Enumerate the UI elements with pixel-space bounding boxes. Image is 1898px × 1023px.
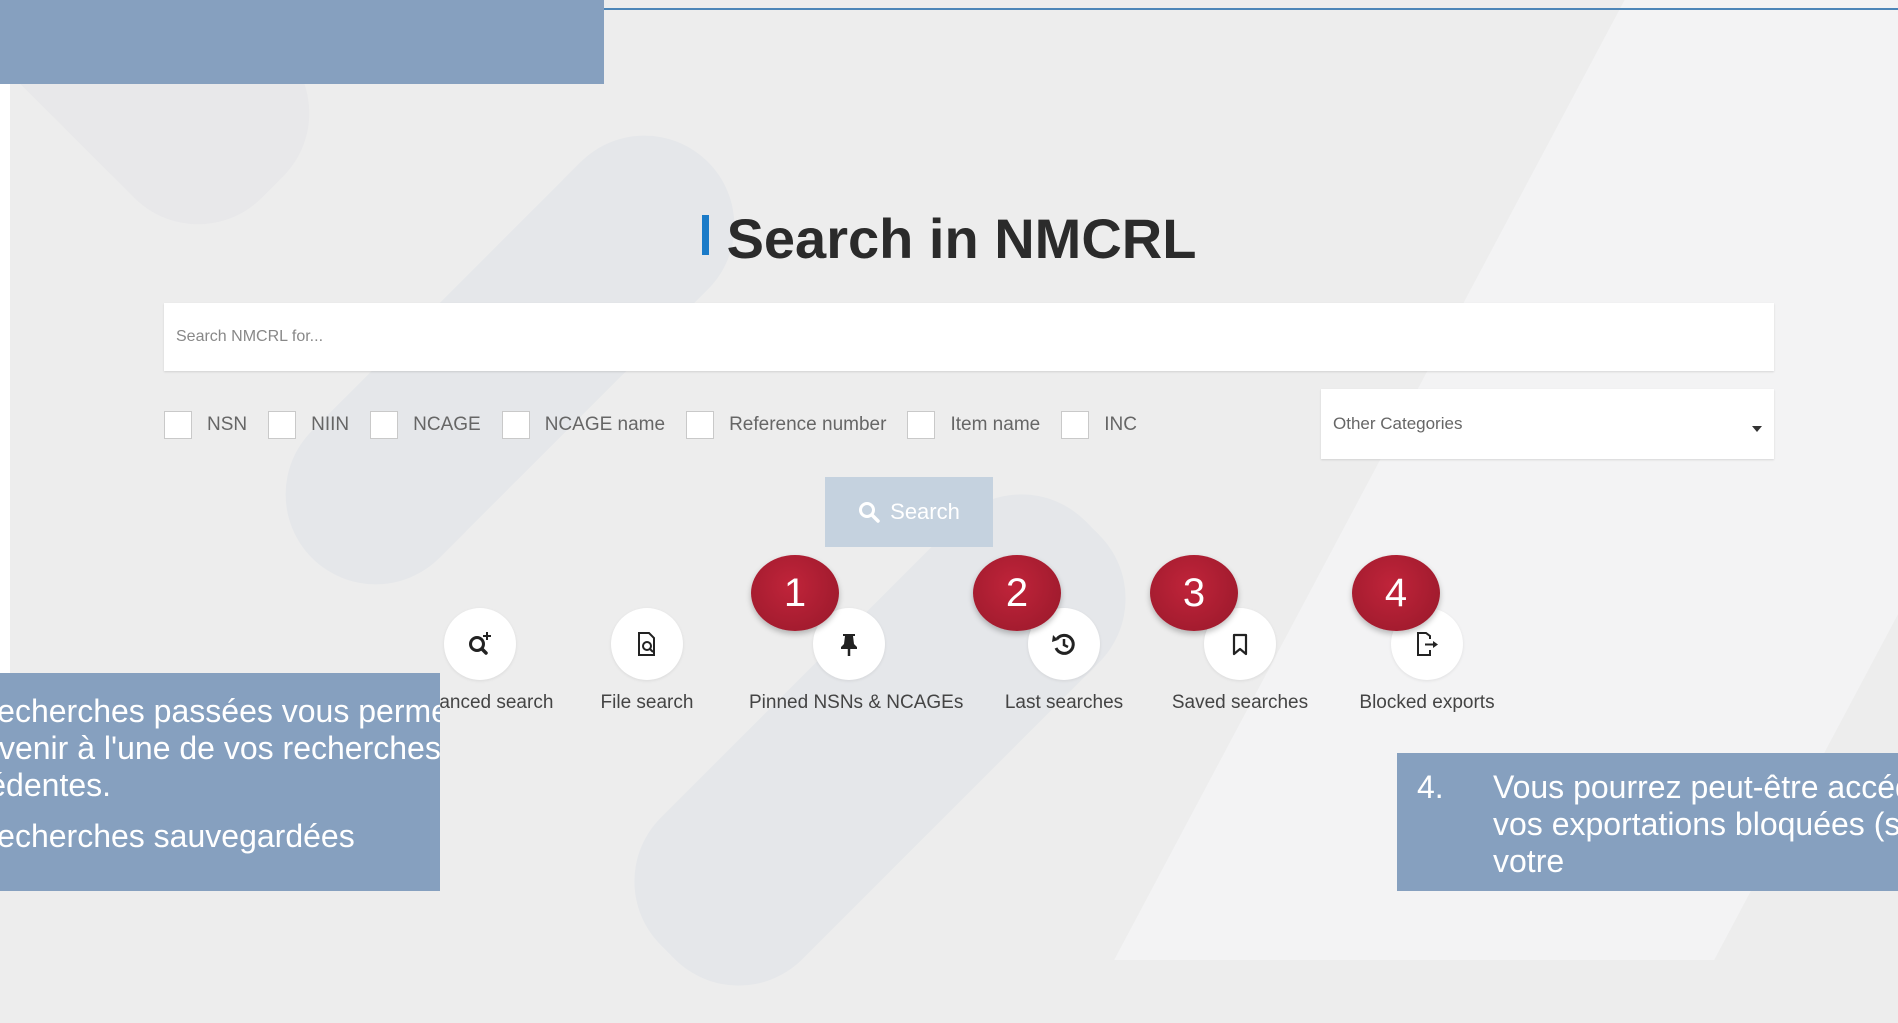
filter-reference-number[interactable]: Reference number (686, 411, 886, 439)
header-overlay-panel (0, 0, 604, 84)
tool-label: File search (600, 692, 694, 713)
filter-niin[interactable]: NIIN (268, 411, 349, 439)
advanced-search-icon (469, 632, 491, 655)
inc-checkbox[interactable] (1061, 411, 1090, 439)
page-header: Search in NMCRL (0, 206, 1898, 271)
category-select-value: Other Categories (1333, 414, 1463, 433)
filter-label: NIIN (311, 414, 350, 435)
filter-label: INC (1104, 414, 1137, 435)
search-icon (859, 502, 880, 523)
history-icon (1052, 633, 1075, 655)
filter-nsn[interactable]: NSN (164, 411, 247, 439)
niin-checkbox[interactable] (268, 411, 297, 439)
file-search-icon (638, 632, 655, 656)
filter-item-name[interactable]: Item name (907, 411, 1040, 439)
category-select[interactable]: Other Categories (1321, 389, 1774, 459)
tool-button[interactable] (611, 608, 683, 680)
filter-ncage[interactable]: NCAGE (370, 411, 481, 439)
search-input[interactable] (164, 303, 1774, 371)
tool-label: Saved searches (1171, 692, 1309, 713)
filter-label: Reference number (729, 414, 887, 435)
top-divider (600, 8, 1898, 10)
tool-button[interactable] (444, 608, 516, 680)
filter-checkboxes: NSN NIIN NCAGE NCAGE name Reference numb… (164, 410, 1158, 440)
note-paragraph: Les recherches passées vous permettent d… (0, 693, 440, 803)
filter-ncage-name[interactable]: NCAGE name (501, 411, 666, 439)
page-title: Search in NMCRL (726, 207, 1197, 270)
ncage-name-checkbox[interactable] (501, 411, 530, 439)
nsn-checkbox[interactable] (164, 411, 192, 439)
tool-blocked-exports[interactable]: Blocked exports (1327, 608, 1527, 714)
bookmark-icon (1232, 633, 1248, 656)
search-button[interactable]: Search (825, 477, 993, 547)
title-accent-bar (701, 214, 709, 255)
callout-badge-2: 2 (973, 555, 1061, 631)
filter-label: NSN (207, 414, 248, 435)
callout-badge-3: 3 (1150, 555, 1238, 631)
note-number: 4. (1417, 769, 1444, 805)
filter-label: Item name (950, 414, 1041, 435)
note-text: Vous pourrez peut-être accéder à vos exp… (1493, 769, 1898, 879)
callout-badge-4: 4 (1352, 555, 1440, 631)
note-panel-right: 4. Vous pourrez peut-être accéder à vos … (1397, 753, 1898, 891)
filter-label: NCAGE (413, 414, 481, 435)
tool-label: Blocked exports (1359, 692, 1495, 713)
export-icon (1417, 632, 1438, 656)
callout-badge-1: 1 (751, 555, 839, 631)
note-panel-left: Les recherches passées vous permettent d… (0, 673, 440, 891)
ncage-checkbox[interactable] (370, 411, 399, 439)
filter-label: NCAGE name (544, 414, 666, 435)
tool-file-search[interactable]: File search (547, 608, 747, 714)
caret-down-icon (1752, 426, 1762, 432)
search-button-label: Search (890, 499, 960, 524)
tool-label: Last searches (1004, 692, 1124, 713)
note-paragraph: Les recherches sauvegardées (0, 818, 355, 854)
tool-label: Pinned NSNs & NCAGEs (749, 692, 964, 713)
filter-inc[interactable]: INC (1061, 411, 1137, 439)
pin-icon (841, 634, 857, 656)
item-name-checkbox[interactable] (907, 411, 936, 439)
reference-number-checkbox[interactable] (686, 411, 715, 439)
